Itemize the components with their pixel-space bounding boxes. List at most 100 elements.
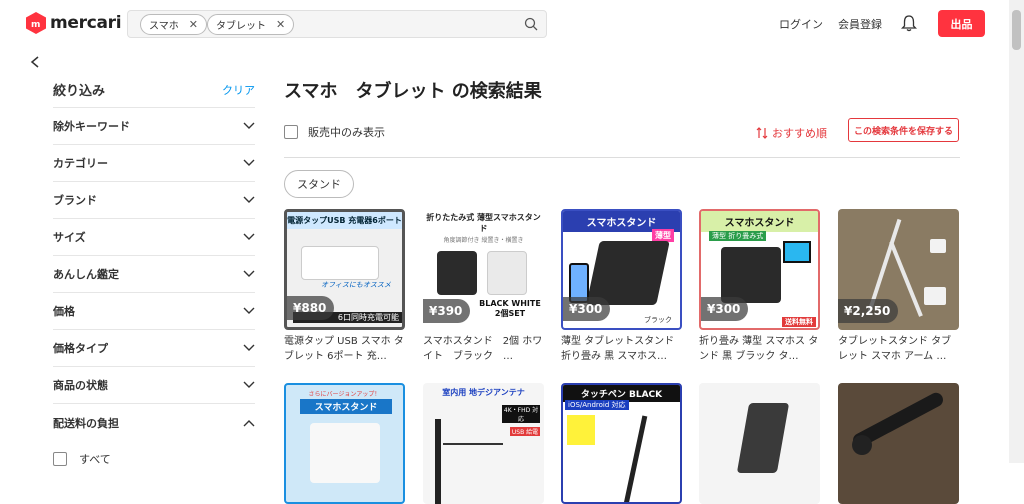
mercari-logo-icon: m [26, 12, 46, 34]
sell-button[interactable]: 出品 [938, 10, 985, 37]
product-card[interactable] [699, 383, 820, 504]
product-thumbnail[interactable]: タッチペン BLACK iOS/Android 対応 [561, 383, 682, 504]
checkbox[interactable] [284, 125, 298, 139]
filter-item-size[interactable]: サイズ [53, 219, 255, 256]
clamp-image [924, 287, 946, 305]
product-thumbnail[interactable] [838, 383, 959, 504]
product-card[interactable]: ¥2,250 タブレットスタンド タブ レット スマホ アーム … [838, 209, 959, 364]
product-thumbnail[interactable]: 電源タップUSB 充電器6ポート オフィスにもオススメ 6口同時充電可能 ¥88… [284, 209, 405, 330]
price-badge: ¥2,250 [838, 299, 899, 323]
mercari-logo[interactable]: m mercari [26, 12, 122, 34]
filter-sidebar: 絞り込み クリア 除外キーワード カテゴリー ブランド サイズ あんしん鑑定 価… [53, 72, 255, 477]
product-thumbnail[interactable]: ¥2,250 [838, 209, 959, 330]
checkbox-label: すべて [79, 453, 111, 466]
chevron-down-icon [243, 122, 255, 129]
product-card[interactable]: 折りたたみ式 薄型スマホスタンド 角度調節付き 縦置き・横置き BLACK WH… [423, 209, 544, 364]
product-name[interactable]: 折り畳み 薄型 スマホス タンド 黒 ブラック タ… [699, 334, 820, 364]
filter-item-brand[interactable]: ブランド [53, 182, 255, 219]
filter-item-authentication[interactable]: あんしん鑑定 [53, 256, 255, 293]
product-thumbnail[interactable]: さらにバージョンアップ！ スマホスタンド [284, 383, 405, 504]
thumb-caption: 折りたたみ式 薄型スマホスタンド [426, 213, 541, 233]
product-card[interactable]: さらにバージョンアップ！ スマホスタンド [284, 383, 405, 504]
thumb-footer: USB 給電 [510, 427, 540, 436]
bell-icon[interactable] [901, 14, 917, 32]
filter-item-shipping[interactable]: 配送料の負担 [53, 404, 255, 441]
cap-image [852, 435, 872, 455]
stylus-image [623, 415, 648, 502]
search-chip-label: スマホ [149, 21, 179, 32]
chevron-down-icon [243, 307, 255, 314]
thumb-caption: スマホスタンド [701, 211, 818, 232]
filter-item-category[interactable]: カテゴリー [53, 145, 255, 182]
product-name[interactable]: タブレットスタンド タブ レット スマホ アーム … [838, 334, 959, 364]
filter-item-label: 配送料の負担 [53, 416, 119, 430]
product-name[interactable]: スマホスタンド 2個 ホワイト ブラック … [423, 334, 544, 364]
logo-text: mercari [50, 13, 122, 33]
chevron-down-icon [243, 381, 255, 388]
product-thumbnail[interactable]: スマホスタンド 薄型 折り畳み式 送料無料 ¥300 [699, 209, 820, 330]
results-main: スマホ タブレット の検索結果 販売中のみ表示 おすすめ順 この検索条件を保存す… [284, 72, 960, 504]
antenna-image [435, 419, 441, 504]
product-card[interactable]: 電源タップUSB 充電器6ポート オフィスにもオススメ 6口同時充電可能 ¥88… [284, 209, 405, 364]
filter-item-label: 価格 [53, 305, 75, 318]
filter-title: 絞り込み [53, 84, 106, 99]
thumb-caption: スマホスタンド [300, 399, 392, 414]
product-card[interactable] [838, 383, 959, 504]
on-sale-toggle[interactable]: 販売中のみ表示 [284, 124, 385, 140]
close-icon[interactable]: ✕ [189, 18, 198, 31]
filter-item-price[interactable]: 価格 [53, 293, 255, 330]
price-badge: ¥300 [563, 297, 611, 321]
product-thumbnail[interactable] [699, 383, 820, 504]
close-icon[interactable]: ✕ [276, 18, 285, 31]
product-name[interactable]: 電源タップ USB スマホ タブレット 6ポート 充… [284, 334, 405, 364]
suggest-tag-stand[interactable]: スタンド [284, 170, 354, 198]
back-arrow-icon[interactable] [29, 55, 41, 69]
price-badge: ¥880 [287, 296, 335, 320]
stand-image [310, 423, 380, 483]
stand-image [721, 247, 781, 303]
power-strip-image [301, 246, 379, 280]
scrollbar[interactable] [1009, 0, 1024, 463]
thumb-subcaption: 角度調節付き 縦置き・横置き [443, 237, 524, 244]
search-chip[interactable]: タブレット ✕ [207, 14, 295, 35]
thumb-footer: BLACK WHITE 2個SET [479, 299, 541, 318]
filter-item-exclude-keyword[interactable]: 除外キーワード [53, 108, 255, 145]
product-name[interactable]: 薄型 タブレットスタンド 折り畳み 黒 スマホス… [561, 334, 682, 364]
scroll-thumb[interactable] [1012, 10, 1021, 50]
product-card[interactable]: スマホスタンド 薄型 折り畳み式 送料無料 ¥300 折り畳み 薄型 スマホス … [699, 209, 820, 364]
thumb-subcaption: オフィスにもオススメ [321, 281, 391, 289]
black-stand-image [437, 251, 477, 295]
results-toolbar: 販売中のみ表示 おすすめ順 この検索条件を保存する [284, 116, 960, 158]
svg-text:m: m [31, 20, 40, 30]
filter-item-price-type[interactable]: 価格タイプ [53, 330, 255, 367]
sort-dropdown[interactable]: おすすめ順 [756, 125, 827, 141]
search-box[interactable]: スマホ ✕ タブレット ✕ [127, 10, 547, 38]
price-badge: ¥300 [701, 297, 749, 321]
filter-item-condition[interactable]: 商品の状態 [53, 367, 255, 404]
header: m mercari スマホ ✕ タブレット ✕ ログイン 会員登録 出品 [0, 0, 1009, 48]
thumb-subcaption: iOS/Android 対応 [565, 400, 629, 410]
clamp-image [930, 239, 946, 253]
checkbox[interactable] [53, 452, 67, 466]
sort-label: おすすめ順 [772, 127, 827, 140]
clear-filters-link[interactable]: クリア [222, 82, 255, 98]
save-search-button[interactable]: この検索条件を保存する [848, 118, 959, 142]
register-link[interactable]: 会員登録 [838, 16, 882, 32]
product-thumbnail[interactable]: スマホスタンド 薄型 ブラック ¥300 [561, 209, 682, 330]
chevron-down-icon [243, 159, 255, 166]
product-thumbnail[interactable]: 折りたたみ式 薄型スマホスタンド 角度調節付き 縦置き・横置き BLACK WH… [423, 209, 544, 330]
product-card[interactable]: タッチペン BLACK iOS/Android 対応 [561, 383, 682, 504]
shipping-all-option[interactable]: すべて [53, 441, 255, 477]
sort-icon [756, 127, 768, 139]
product-card[interactable]: スマホスタンド 薄型 ブラック ¥300 薄型 タブレットスタンド 折り畳み 黒… [561, 209, 682, 364]
filter-item-label: ブランド [53, 194, 97, 207]
search-chip[interactable]: スマホ ✕ [140, 14, 207, 35]
thumb-subcaption: さらにバージョンアップ！ [308, 391, 381, 398]
thumb-footer: 送料無料 [782, 317, 816, 327]
product-thumbnail[interactable]: 室内用 地デジアンテナ 4K・FHD 対応 USB 給電 [423, 383, 544, 504]
login-link[interactable]: ログイン [779, 16, 823, 32]
filter-item-label: 除外キーワード [53, 120, 130, 133]
chevron-down-icon [243, 196, 255, 203]
product-card[interactable]: 室内用 地デジアンテナ 4K・FHD 対応 USB 給電 [423, 383, 544, 504]
search-icon[interactable] [524, 17, 538, 31]
